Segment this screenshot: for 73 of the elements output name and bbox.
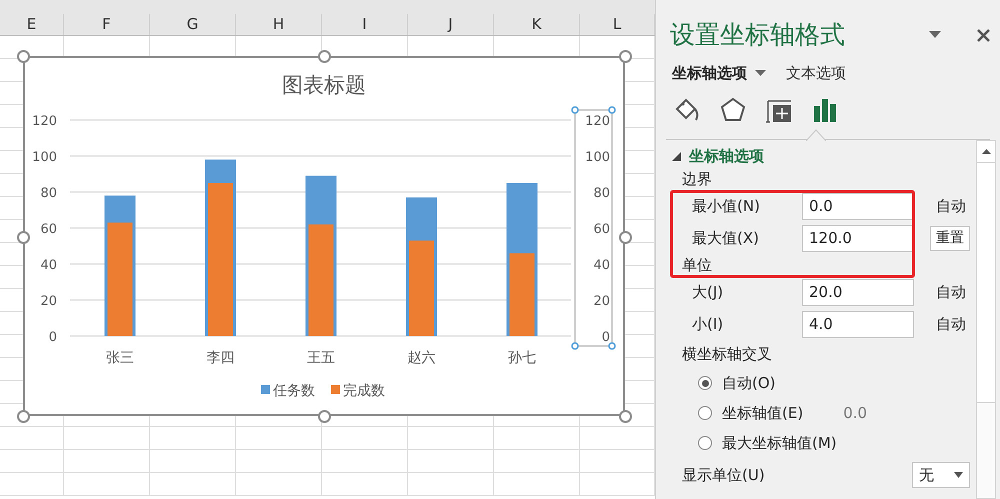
bar-chart-icon <box>811 96 839 124</box>
field-label: 小(I) <box>692 314 724 335</box>
caret-icon <box>954 472 963 478</box>
radio-label[interactable]: 最大坐标轴值(M) <box>722 432 837 454</box>
axis-label: 120 <box>32 114 57 129</box>
number-field[interactable]: 4.0 <box>802 310 914 338</box>
column-header[interactable]: L <box>612 13 622 36</box>
auto-label: 自动 <box>936 282 967 303</box>
chart-area[interactable]: 图表标题 0 20 40 60 80 100 120 张三 李四 王五 赵六 孙七 0 20 40 60 80 100 120 任务数 完成数 <box>23 56 625 416</box>
reset-button[interactable]: 重置 <box>930 226 970 250</box>
axis-label: 60 <box>40 222 57 237</box>
options-tab[interactable]: 文本选项 <box>786 62 846 84</box>
field-label: 显示单位(U) <box>682 464 766 486</box>
scroll-up-icon[interactable] <box>982 149 990 154</box>
axis-label: 0 <box>48 330 57 345</box>
legend-label: 任务数 <box>273 383 315 399</box>
selection-handle[interactable] <box>571 342 579 350</box>
caret-icon <box>755 70 766 76</box>
column-header[interactable]: F <box>102 13 111 36</box>
selection-handle[interactable] <box>608 106 616 114</box>
radio-label[interactable]: 坐标轴值(E) <box>722 402 804 424</box>
pentagon-icon <box>719 96 747 124</box>
column-header[interactable]: G <box>186 13 198 36</box>
field-label: 大(J) <box>692 282 724 303</box>
column-header[interactable]: I <box>362 13 367 36</box>
selection-handle[interactable] <box>608 342 616 350</box>
radio-label[interactable]: 自动(O) <box>722 372 776 394</box>
chart-title: 图表标题 <box>282 73 366 97</box>
category-label: 张三 <box>106 350 134 366</box>
axis-label: 80 <box>40 186 57 201</box>
group-title: 单位 <box>681 255 713 276</box>
collapse-triangle-icon[interactable] <box>672 152 681 160</box>
legend-label: 完成数 <box>343 383 385 399</box>
panel-title: 设置坐标轴格式 <box>670 19 846 52</box>
field-label: 最大值(X) <box>692 228 760 249</box>
dropdown-caret-icon[interactable] <box>929 31 941 39</box>
axis-value: 0.0 <box>843 402 868 424</box>
axis-label: 40 <box>593 258 610 273</box>
category-label: 李四 <box>206 350 234 366</box>
radio-button[interactable] <box>698 376 712 390</box>
column-header[interactable]: K <box>532 13 542 36</box>
units-dropdown[interactable]: 无 <box>912 462 970 488</box>
auto-label: 自动 <box>936 314 967 335</box>
axis-label: 20 <box>40 294 57 309</box>
radio-button[interactable] <box>698 436 712 450</box>
number-field[interactable]: 120.0 <box>802 224 914 252</box>
section-title[interactable]: 坐标轴选项 <box>689 144 764 168</box>
number-field[interactable]: 0.0 <box>802 192 914 220</box>
category-label: 孙七 <box>508 350 536 366</box>
radio-button[interactable] <box>698 406 712 420</box>
column-header[interactable]: E <box>26 13 36 36</box>
axis-label: 60 <box>593 222 610 237</box>
selection-handle[interactable] <box>571 106 579 114</box>
field-label: 最小值(N) <box>692 196 761 217</box>
category-label: 赵六 <box>408 350 436 366</box>
secondary-axis-frame[interactable] <box>574 110 612 346</box>
auto-label: 自动 <box>936 196 967 217</box>
group-title: 边界 <box>681 169 713 190</box>
axis-label: 80 <box>593 186 610 201</box>
number-field[interactable]: 20.0 <box>802 278 914 306</box>
column-header[interactable]: H <box>272 13 284 36</box>
axis-label: 40 <box>40 258 57 273</box>
axis-label: 100 <box>585 150 610 165</box>
scrollbar[interactable] <box>976 140 996 499</box>
options-tab[interactable]: 坐标轴选项 <box>672 62 766 84</box>
close-icon[interactable] <box>977 28 990 42</box>
group-title: 横坐标轴交叉 <box>681 344 773 365</box>
category-label: 王五 <box>307 350 335 366</box>
axis-label: 0 <box>602 330 610 345</box>
axis-label: 20 <box>593 294 610 309</box>
axis-label: 120 <box>585 114 610 129</box>
axis-label: 100 <box>32 150 57 165</box>
column-header[interactable]: J <box>448 13 453 36</box>
